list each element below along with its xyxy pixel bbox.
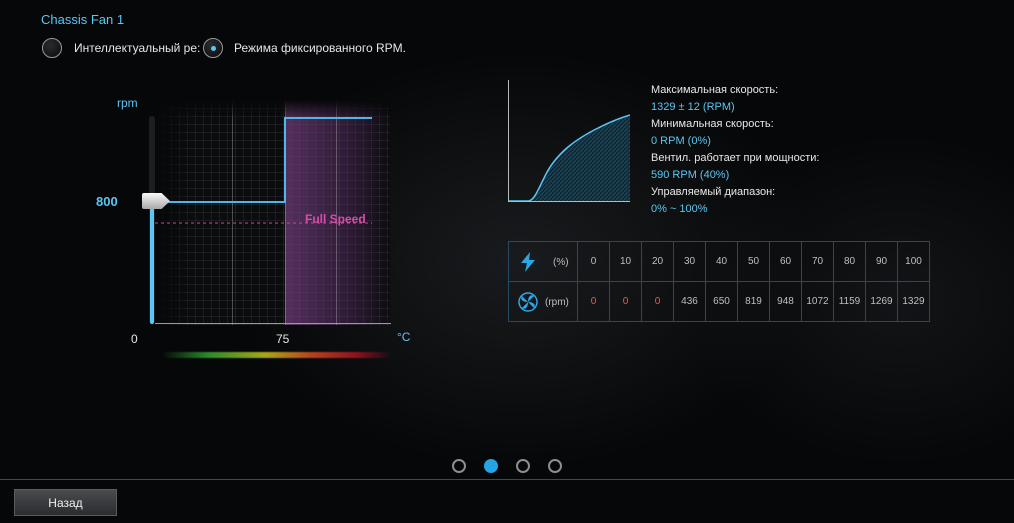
mini-graph-x-axis [508, 201, 630, 202]
rpm-row: (rpm) 0 0 0 436 650 819 948 1072 1159 1269 1329 [508, 281, 930, 322]
min-speed-label: Минимальная скорость: [651, 118, 774, 130]
percent-cell: 100 [897, 241, 930, 282]
min-speed-value: 0 RPM (0%) [651, 135, 711, 147]
rpm-cell: 1159 [833, 281, 866, 322]
percent-cell: 0 [577, 241, 610, 282]
fixed-rpm-mode-radio[interactable] [203, 38, 223, 58]
rpm-header-cell: (rpm) [508, 281, 578, 322]
max-speed-label: Максимальная скорость: [651, 84, 779, 96]
page-dot[interactable] [548, 459, 562, 473]
percent-cell: 60 [769, 241, 802, 282]
mini-graph-y-axis [508, 80, 509, 202]
page-dot[interactable] [516, 459, 530, 473]
mini-graph-hatch [508, 115, 630, 201]
fan-speed-mini-graph [508, 114, 630, 202]
smart-mode-label: Интеллектуальный ре: [74, 41, 201, 55]
percent-unit: (%) [553, 257, 569, 268]
x-axis-min-label: 0 [131, 332, 138, 346]
control-range-label: Управляемый диапазон: [651, 186, 776, 198]
rpm-cell: 0 [641, 281, 674, 322]
full-speed-label: Full Speed [305, 212, 366, 226]
lightning-icon [521, 252, 535, 272]
percent-row: (%) 0 10 20 30 40 50 60 70 80 90 100 [508, 241, 930, 282]
fan-title: Chassis Fan 1 [41, 12, 125, 27]
footer-divider [0, 479, 1014, 480]
rpm-slider-fill [150, 204, 154, 324]
percent-cell: 90 [865, 241, 898, 282]
rpm-cell: 1329 [897, 281, 930, 322]
percent-cell: 10 [609, 241, 642, 282]
fixed-rpm-mode-label: Режима фиксированного RPM. [234, 41, 406, 55]
percent-cell: 50 [737, 241, 770, 282]
percent-cell: 70 [801, 241, 834, 282]
smart-mode-radio[interactable] [42, 38, 62, 58]
percent-cell: 30 [673, 241, 706, 282]
fan-runs-value: 590 RPM (40%) [651, 169, 730, 181]
fan-curve-line [155, 117, 372, 203]
control-range-value: 0% ~ 100% [651, 203, 708, 215]
temperature-gradient-bar [162, 352, 392, 358]
rpm-cell: 650 [705, 281, 738, 322]
percent-header-cell: (%) [508, 241, 578, 282]
fan-icon [518, 292, 538, 312]
percent-cell: 20 [641, 241, 674, 282]
rpm-cell: 948 [769, 281, 802, 322]
percent-cell: 80 [833, 241, 866, 282]
page-dot[interactable] [452, 459, 466, 473]
rpm-cell: 0 [577, 281, 610, 322]
max-speed-value: 1329 ± 12 (RPM) [651, 101, 735, 113]
x-axis-unit-label: °C [397, 330, 411, 344]
rpm-cell: 0 [609, 281, 642, 322]
rpm-unit: (rpm) [545, 297, 569, 308]
rpm-cell: 1269 [865, 281, 898, 322]
percent-cell: 40 [705, 241, 738, 282]
page-dot[interactable] [484, 459, 498, 473]
current-rpm-value: 800 [96, 194, 118, 209]
rpm-cell: 819 [737, 281, 770, 322]
rpm-cell: 436 [673, 281, 706, 322]
rpm-table: (%) 0 10 20 30 40 50 60 70 80 90 100 (rpm) 0 0 0 436 6… [508, 241, 930, 322]
back-button[interactable]: Назад [14, 489, 117, 516]
y-axis-label: rpm [117, 96, 138, 110]
x-axis-mid-label: 75 [276, 332, 290, 346]
rpm-cell: 1072 [801, 281, 834, 322]
x-axis [155, 323, 391, 324]
fan-runs-label: Вентил. работает при мощности: [651, 152, 820, 164]
